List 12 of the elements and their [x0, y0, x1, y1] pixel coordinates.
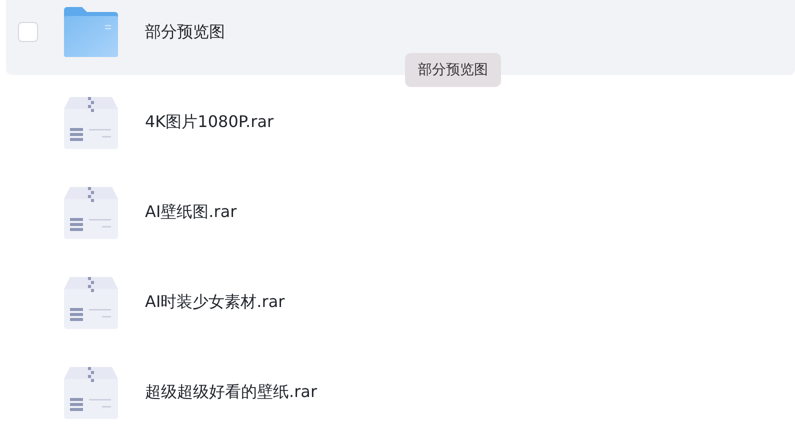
file-name[interactable]: AI时装少女素材.rar: [145, 292, 285, 312]
file-name[interactable]: 4K图片1080P.rar: [145, 112, 274, 132]
file-name[interactable]: 超级超级好看的壁纸.rar: [145, 382, 318, 402]
file-name[interactable]: 部分预览图: [145, 22, 225, 42]
folder-icon: [64, 7, 118, 57]
archive-icon: [64, 365, 118, 419]
archive-icon: [64, 275, 118, 329]
archive-icon: [64, 95, 118, 149]
file-name[interactable]: AI壁纸图.rar: [145, 202, 237, 222]
archive-icon: [64, 185, 118, 239]
checkbox[interactable]: [18, 22, 38, 42]
tooltip: 部分预览图: [405, 53, 501, 87]
